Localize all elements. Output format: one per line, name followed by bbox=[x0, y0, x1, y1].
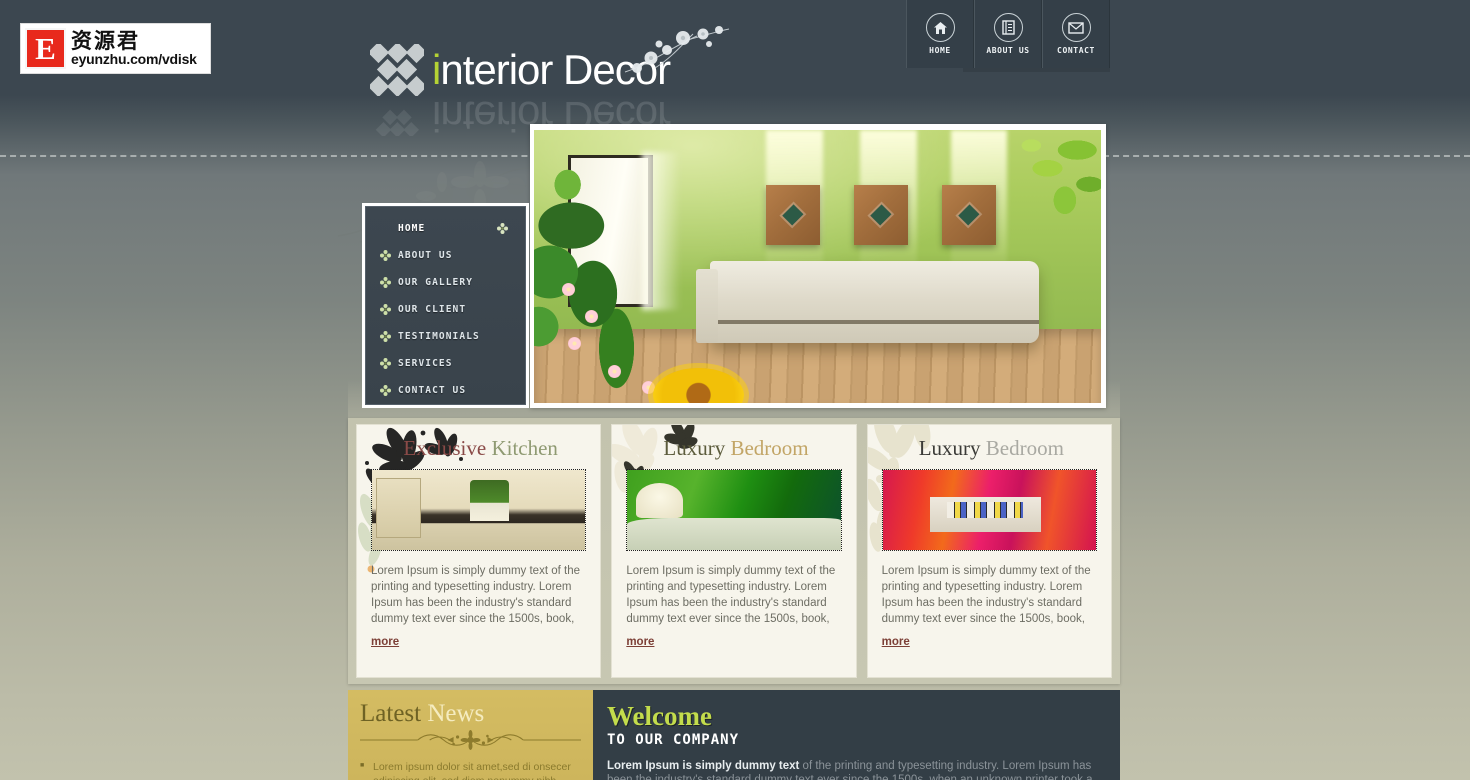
feature-card-title-a: Exclusive bbox=[403, 436, 487, 460]
feature-card-thumbnail[interactable] bbox=[626, 469, 842, 551]
flower-bullet-icon bbox=[380, 250, 391, 261]
watermark-logo: E 资源君 eyunzhu.com/vdisk bbox=[20, 23, 211, 74]
feature-card-title: Exclusive Kitchen bbox=[375, 435, 586, 461]
sidebar-item-testimonials[interactable]: TESTIMONIALS bbox=[366, 323, 525, 350]
topnav-underline bbox=[963, 68, 1110, 72]
top-navigation: HOME ABOUT US CONTACT bbox=[906, 0, 1110, 68]
welcome-body-lead: Lorem Ipsum is simply dummy text bbox=[607, 760, 800, 772]
sidebar-item-contact-us[interactable]: CONTACT US bbox=[366, 377, 525, 404]
flower-bullet-icon bbox=[380, 331, 391, 342]
feature-card-title-a: Luxury bbox=[663, 436, 726, 460]
latest-news-title-b: News bbox=[427, 700, 485, 727]
feature-card-body: Lorem Ipsum is simply dummy text of the … bbox=[626, 565, 836, 625]
topnav-item-about-us[interactable]: ABOUT US bbox=[974, 0, 1042, 68]
latest-news-list: Lorem ipsum dolor sit amet,sed di onsece… bbox=[360, 759, 581, 780]
checker-pattern-reflection-icon bbox=[375, 109, 420, 136]
sidebar-item-about-us[interactable]: ABOUT US bbox=[366, 242, 525, 269]
latest-news-item[interactable]: Lorem ipsum dolor sit amet,sed di onsece… bbox=[360, 759, 581, 780]
sidebar-label-home: HOME bbox=[398, 223, 426, 234]
feature-card-title-b: Bedroom bbox=[985, 436, 1064, 460]
feature-card-bedroom-pink[interactable]: Luxury Bedroom Lorem Ipsum is simply dum… bbox=[866, 424, 1112, 678]
sidebar-item-our-client[interactable]: OUR CLIENT bbox=[366, 296, 525, 323]
welcome-panel: Welcome TO OUR COMPANY Lorem Ipsum is si… bbox=[593, 690, 1120, 780]
latest-news-panel: Latest News Lorem ipsum dolor sit amet,s… bbox=[348, 690, 593, 780]
feature-card-thumbnail[interactable] bbox=[371, 469, 587, 551]
checker-pattern-icon bbox=[370, 44, 424, 96]
topnav-label-contact: CONTACT bbox=[1057, 46, 1095, 55]
sidebar-label-services: SERVICES bbox=[398, 358, 453, 369]
hero-image bbox=[534, 130, 1101, 403]
home-icon bbox=[925, 13, 955, 42]
hero-plant-left bbox=[534, 130, 699, 403]
topnav-label-home: HOME bbox=[929, 46, 951, 55]
watermark-letter: E bbox=[35, 31, 56, 66]
feature-card-body: Lorem Ipsum is simply dummy text of the … bbox=[881, 565, 1091, 625]
feature-card-title: Luxury Bedroom bbox=[886, 435, 1097, 461]
sidebar-label-our-client: OUR CLIENT bbox=[398, 304, 467, 315]
hero-wall-panel-2 bbox=[854, 184, 909, 245]
flower-bullet-icon bbox=[380, 304, 391, 315]
flower-bullet-icon bbox=[497, 223, 508, 234]
sidebar-label-about-us: ABOUT US bbox=[398, 250, 453, 261]
topnav-label-about-us: ABOUT US bbox=[986, 46, 1030, 55]
watermark-e-badge: E bbox=[25, 28, 66, 69]
flower-sprig-icon bbox=[624, 26, 730, 73]
flower-bullet-icon bbox=[380, 385, 391, 396]
envelope-icon bbox=[1061, 13, 1091, 42]
sidebar-item-our-gallery[interactable]: OUR GALLERY bbox=[366, 269, 525, 296]
feature-card-title: Luxury Bedroom bbox=[630, 435, 841, 461]
feature-card-more-link[interactable]: more bbox=[882, 636, 910, 648]
hero-sofa-arm bbox=[695, 269, 719, 343]
feature-card-title-a: Luxury bbox=[918, 436, 981, 460]
topnav-item-home[interactable]: HOME bbox=[906, 0, 974, 68]
feature-card-thumbnail[interactable] bbox=[881, 469, 1097, 551]
feature-card-bedroom-green[interactable]: Luxury Bedroom Lorem Ipsum is simply dum… bbox=[611, 424, 857, 678]
bottom-section: Latest News Lorem ipsum dolor sit amet,s… bbox=[348, 690, 1120, 780]
home-glyph-icon bbox=[933, 21, 947, 34]
feature-card-title-b: Bedroom bbox=[730, 436, 809, 460]
kitchen-thumbnail-image bbox=[372, 470, 586, 550]
hero-sofa-seam bbox=[709, 319, 1039, 324]
hero-sofa bbox=[709, 261, 1039, 343]
sidebar-item-home[interactable]: HOME bbox=[366, 215, 525, 242]
feature-card-body: Lorem Ipsum is simply dummy text of the … bbox=[371, 565, 580, 625]
hero-blossom-4 bbox=[607, 364, 621, 378]
sidebar-label-our-gallery: OUR GALLERY bbox=[398, 277, 474, 288]
ornamental-divider-icon bbox=[360, 730, 581, 750]
sidebar-item-services[interactable]: SERVICES bbox=[366, 350, 525, 377]
feature-card-title-b: Kitchen bbox=[491, 436, 558, 460]
topnav-item-contact[interactable]: CONTACT bbox=[1042, 0, 1110, 68]
feature-cards-section: Exclusive Kitchen Lorem Ipsum is simply … bbox=[348, 418, 1120, 684]
latest-news-title: Latest News bbox=[360, 700, 581, 728]
sidebar-label-testimonials: TESTIMONIALS bbox=[398, 331, 480, 342]
flower-bullet-icon bbox=[380, 358, 391, 369]
welcome-title: Welcome bbox=[607, 701, 712, 731]
document-icon bbox=[993, 13, 1023, 42]
site-header: interior Decor interior Decor HOME ABOUT… bbox=[0, 0, 1470, 140]
welcome-body: Lorem Ipsum is simply dummy text of the … bbox=[607, 759, 1106, 780]
hero-wall-panel-1 bbox=[766, 184, 821, 245]
watermark-chinese-text: 资源君 bbox=[71, 29, 140, 53]
document-glyph-icon bbox=[1001, 20, 1015, 35]
flower-bullet-icon bbox=[380, 277, 391, 288]
hero-plant-right bbox=[987, 130, 1101, 240]
latest-news-title-a: Latest bbox=[360, 700, 422, 727]
hero-banner[interactable] bbox=[530, 124, 1106, 408]
watermark-url: eyunzhu.com/vdisk bbox=[71, 51, 197, 67]
feature-card-kitchen[interactable]: Exclusive Kitchen Lorem Ipsum is simply … bbox=[356, 424, 602, 678]
welcome-subtitle: TO OUR COMPANY bbox=[607, 732, 740, 748]
sidebar-label-contact-us: CONTACT US bbox=[398, 385, 467, 396]
bedroom-green-thumbnail-image bbox=[627, 470, 841, 550]
envelope-glyph-icon bbox=[1068, 21, 1084, 34]
feature-card-more-link[interactable]: more bbox=[371, 636, 399, 648]
sidebar-menu: HOME ABOUT US OUR GALLERY OUR CLIENT TES… bbox=[362, 203, 529, 408]
bedroom-pink-thumbnail-image bbox=[882, 470, 1096, 550]
feature-cards-list: Exclusive Kitchen Lorem Ipsum is simply … bbox=[356, 424, 1112, 678]
watermark-text: 资源君 eyunzhu.com/vdisk bbox=[71, 30, 197, 67]
feature-card-more-link[interactable]: more bbox=[626, 636, 654, 648]
sidebar-menu-inner: HOME ABOUT US OUR GALLERY OUR CLIENT TES… bbox=[365, 206, 526, 405]
